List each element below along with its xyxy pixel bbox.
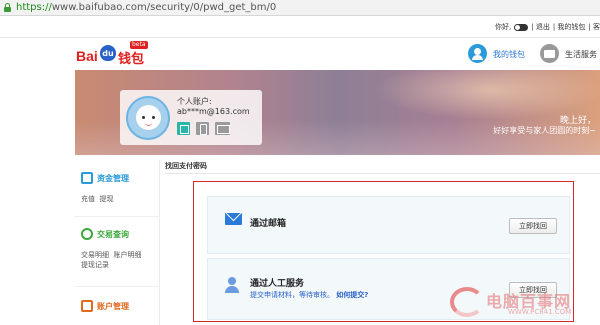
sidebar-title-query: 交易查询 bbox=[97, 230, 129, 239]
avatar[interactable] bbox=[126, 96, 170, 140]
sidebar-link-withdraw[interactable]: 提现 bbox=[99, 195, 113, 203]
watermark-logo: 电脑百事网 WWW.PC841.COM bbox=[450, 285, 600, 325]
sidebar-title-account: 账户管理 bbox=[97, 302, 129, 311]
url-protocol: https:// bbox=[16, 2, 52, 13]
divider bbox=[165, 173, 600, 174]
lock-icon bbox=[4, 3, 11, 12]
wallet-icon bbox=[81, 172, 93, 184]
url-host: www.baifubao.com bbox=[51, 2, 147, 13]
phone-icon[interactable] bbox=[196, 122, 209, 135]
watermark-url: WWW.PC841.COM bbox=[508, 308, 572, 316]
option-manual-title: 通过人工服务 bbox=[250, 279, 305, 289]
page-title: 找回支付密码 bbox=[165, 162, 207, 170]
nav-life-label: 生活服务 bbox=[565, 50, 597, 59]
option-manual-desc: 提交申请材料，等待审核。 如何提交? bbox=[250, 290, 368, 300]
service-link[interactable]: 客服 bbox=[593, 23, 600, 31]
account-icon bbox=[81, 300, 93, 312]
edit-icon[interactable] bbox=[177, 122, 190, 135]
greeting-subtitle: 好好享受与家人团圆的时刻~ bbox=[493, 126, 596, 135]
account-email: ab***m@163.com bbox=[177, 107, 250, 116]
sidebar-link-account-detail[interactable]: 账户明细 bbox=[113, 251, 141, 259]
url-text[interactable]: https://www.baifubao.com/security/0/pwd_… bbox=[16, 2, 276, 14]
baidu-wallet-logo[interactable]: Bai du 钱包 beta bbox=[76, 40, 176, 67]
sidebar-link-recharge[interactable]: 充值 bbox=[81, 195, 95, 203]
id-card-icon[interactable] bbox=[215, 122, 230, 135]
url-path: /security/0/pwd_get_bm/0 bbox=[146, 2, 277, 13]
how-to-submit-link[interactable]: 如何提交? bbox=[336, 291, 368, 299]
browser-address-bar[interactable]: https://www.baifubao.com/security/0/pwd_… bbox=[0, 0, 600, 16]
bear-face-icon bbox=[136, 105, 161, 130]
watermark-swoosh-icon bbox=[450, 287, 484, 317]
sidebar-links-query: 交易明细 账户明细 提现记录 bbox=[81, 250, 141, 270]
logo-brand: Bai bbox=[76, 48, 98, 64]
email-retrieve-button[interactable]: 立即找回 bbox=[509, 218, 557, 234]
sidebar-link-trade-detail[interactable]: 交易明细 bbox=[81, 251, 109, 259]
option-manual-desc-text: 提交申请材料，等待审核。 bbox=[250, 291, 334, 299]
account-banner: 个人账户: ab***m@163.com 晚上好， 好好享受与家人团圆的时刻~ bbox=[75, 70, 600, 155]
logo-product: 钱包 bbox=[118, 52, 145, 67]
gift-icon bbox=[540, 44, 559, 63]
username-mask bbox=[514, 23, 529, 31]
option-email: 通过邮箱 立即找回 bbox=[207, 196, 570, 254]
sidebar-link-withdraw-record[interactable]: 提现记录 bbox=[81, 261, 109, 269]
my-wallet-link[interactable]: 我的钱包 bbox=[557, 23, 585, 31]
hello-text: 你好, bbox=[495, 23, 512, 31]
users-icon bbox=[224, 277, 241, 294]
top-links: 你好,| 退出| 我的钱包| 客服 bbox=[495, 22, 600, 32]
logout-link[interactable]: 退出 bbox=[536, 23, 550, 31]
sidebar: 资金管理 充值 提现 交易查询 交易明细 账户明细 提现记录 账户管理 bbox=[75, 160, 160, 325]
sidebar-links-funds: 充值 提现 bbox=[81, 194, 113, 204]
search-icon bbox=[81, 228, 93, 240]
option-email-title: 通过邮箱 bbox=[250, 219, 287, 229]
mail-icon bbox=[225, 213, 242, 225]
sidebar-title-funds: 资金管理 bbox=[97, 174, 129, 183]
logo-beta-badge: beta bbox=[130, 41, 148, 49]
account-type-label: 个人账户: bbox=[177, 97, 212, 106]
logo-paw: du bbox=[100, 45, 116, 61]
user-circle-icon bbox=[468, 44, 487, 63]
site-header: Bai du 钱包 beta 我的钱包 生活服务 bbox=[0, 38, 600, 70]
site-top-bar: 你好,| 退出| 我的钱包| 客服 bbox=[0, 16, 600, 38]
account-card: 个人账户: ab***m@163.com bbox=[120, 90, 262, 145]
nav-my-wallet-label: 我的钱包 bbox=[493, 50, 525, 59]
